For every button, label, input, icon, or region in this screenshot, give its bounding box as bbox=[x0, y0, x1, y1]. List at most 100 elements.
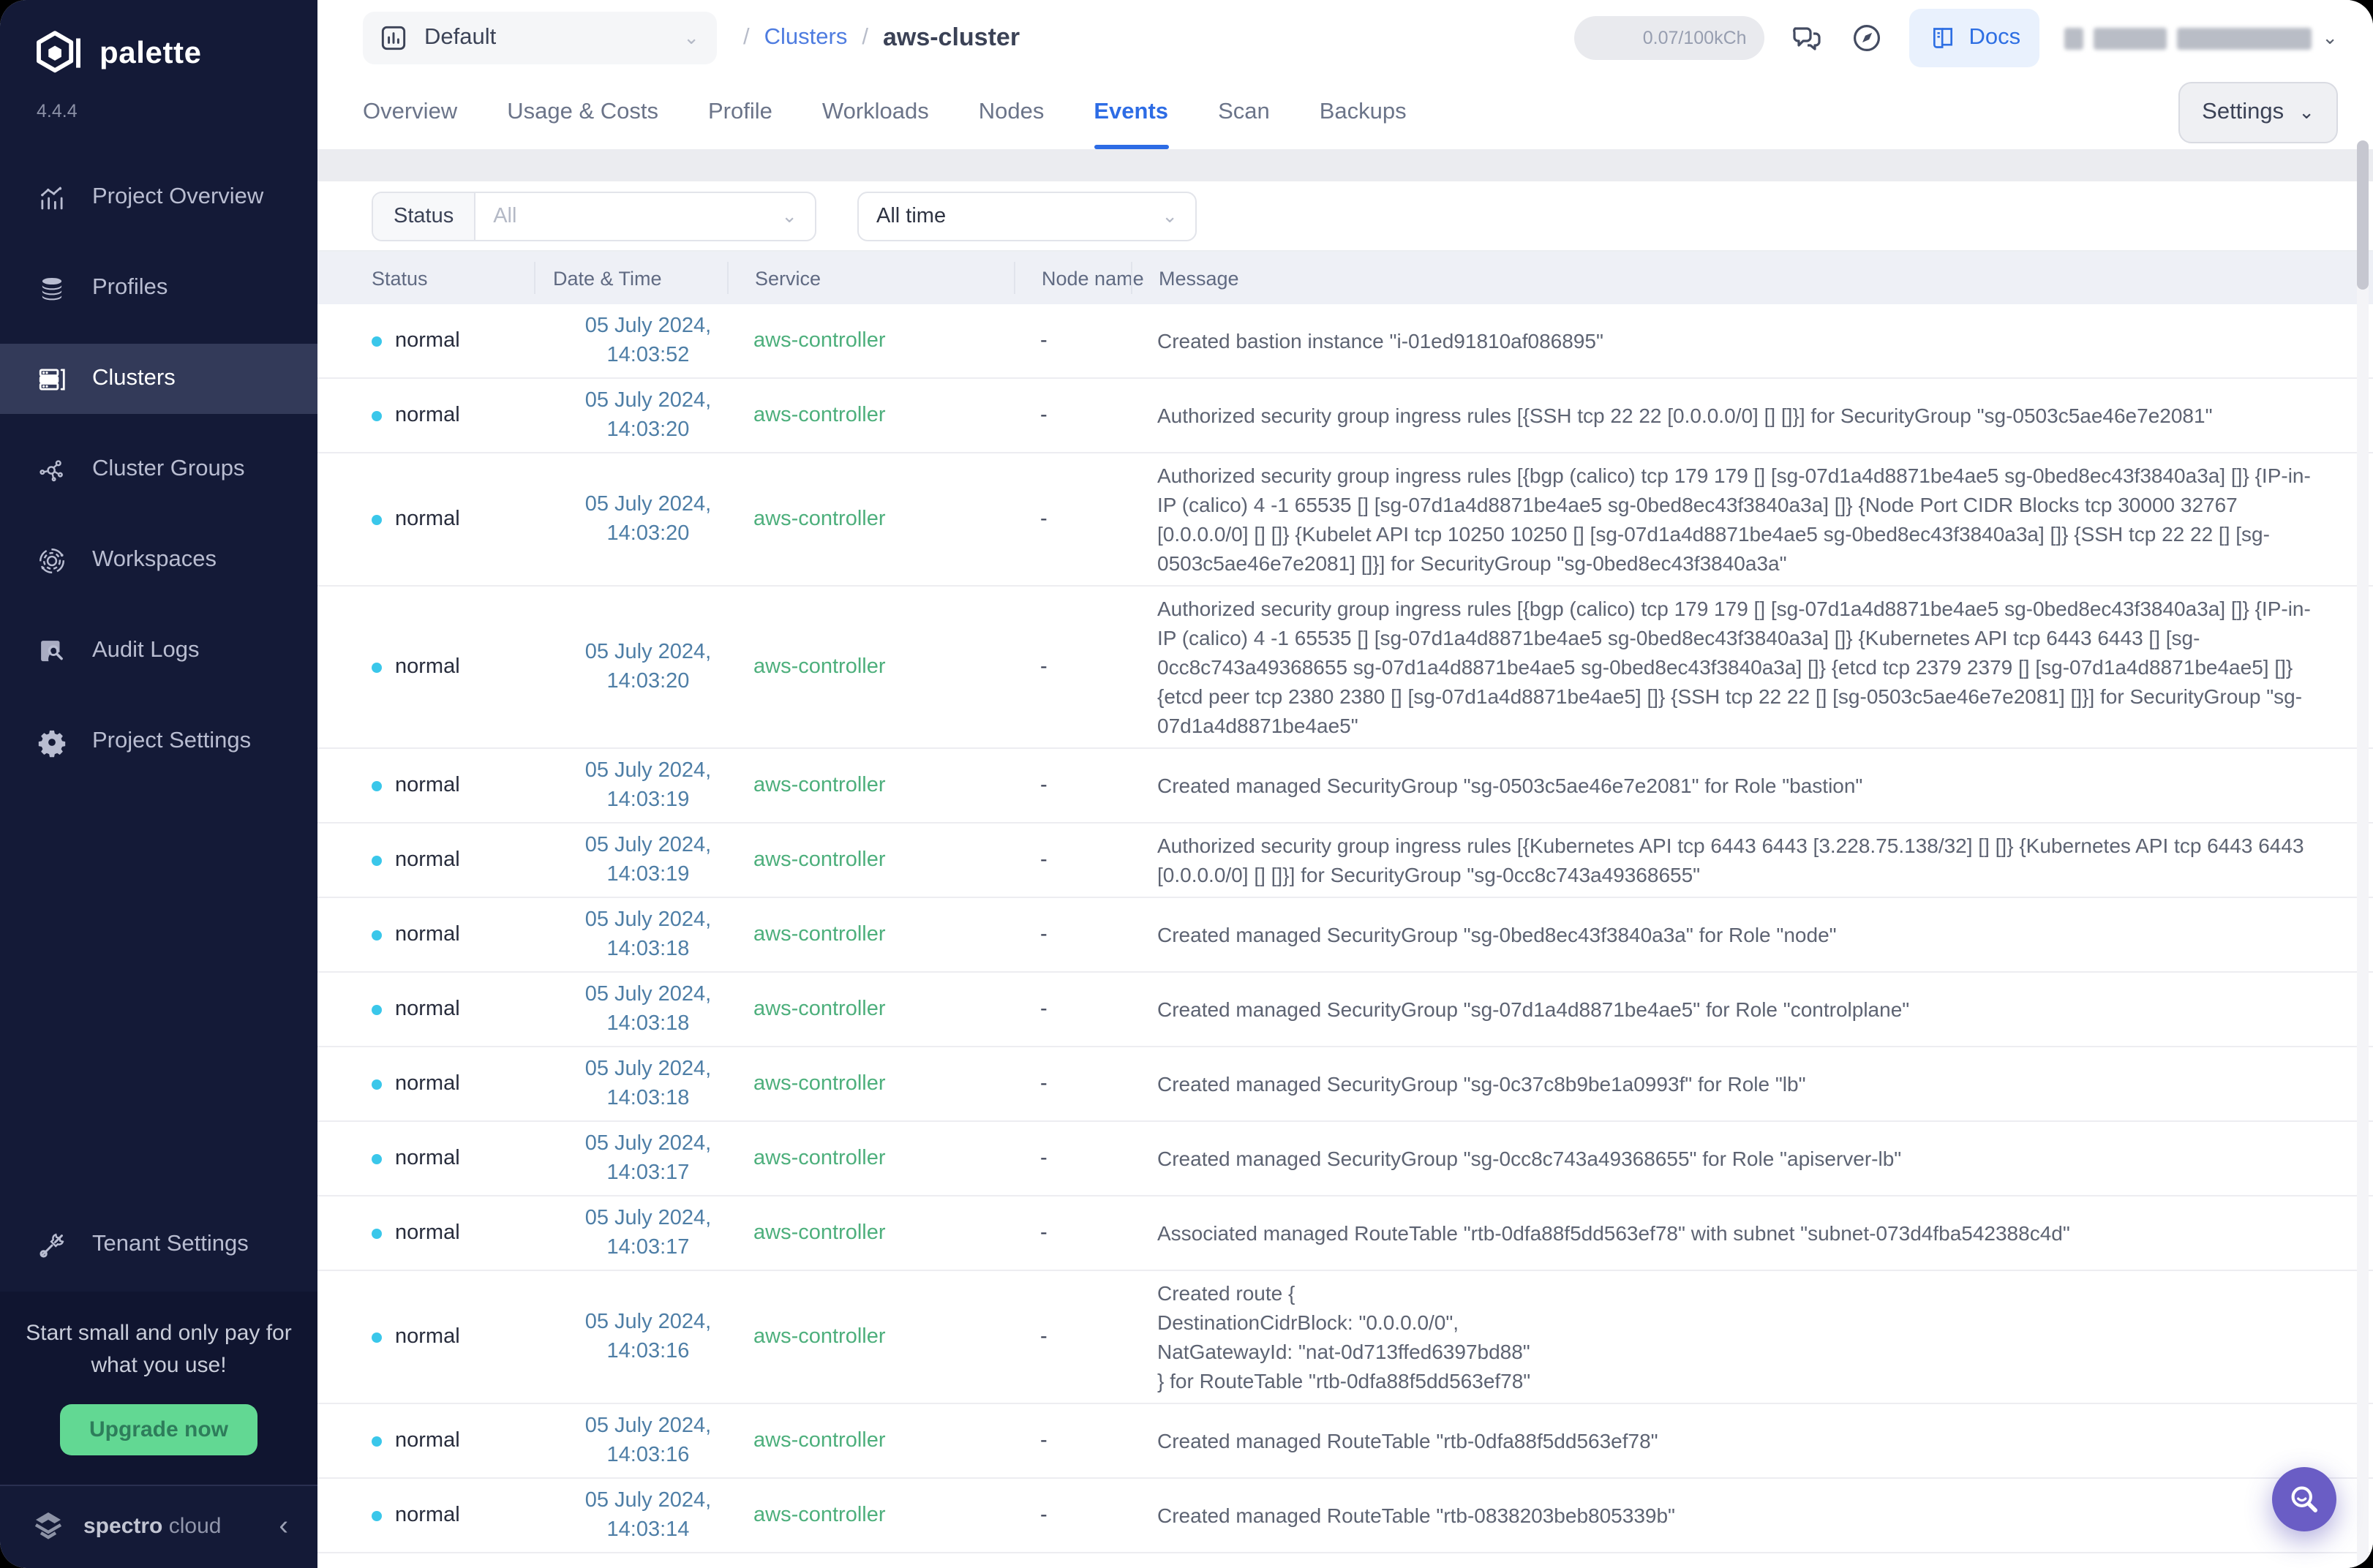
tab-backups[interactable]: Backups bbox=[1320, 76, 1407, 149]
status-text: normal bbox=[395, 1325, 460, 1349]
tab-events[interactable]: Events bbox=[1094, 76, 1168, 149]
table-row: normal 05 July 2024, 14:03:20 aws-contro… bbox=[317, 379, 2373, 453]
time-text: 14:03:52 bbox=[552, 341, 745, 370]
page: Status All ⌄ All time ⌄ Status bbox=[317, 149, 2373, 1568]
node-cell: - bbox=[1031, 329, 1148, 353]
events-table-body: normal 05 July 2024, 14:03:52 aws-contro… bbox=[317, 304, 2373, 1568]
sidebar-item-tenant-settings[interactable]: Tenant Settings bbox=[0, 1210, 317, 1280]
service-cell: aws-controller bbox=[745, 1429, 1031, 1452]
table-header: Status Date & Time Service Node name Mes… bbox=[317, 252, 2373, 304]
sidebar-footer: spectro cloud ‹ bbox=[0, 1485, 317, 1568]
sidebar-item-workspaces[interactable]: Workspaces bbox=[0, 525, 317, 595]
sidebar-item-clusters[interactable]: Clusters bbox=[0, 344, 317, 414]
main-area: Default ⌄ / Clusters / aws-cluster 0.07/… bbox=[317, 0, 2373, 1568]
time-text: 14:03:19 bbox=[552, 860, 745, 889]
time-filter-select[interactable]: All time ⌄ bbox=[857, 191, 1197, 241]
message-cell: Associated managed RouteTable "rtb-0dfa8… bbox=[1148, 1218, 2329, 1248]
date-cell: 05 July 2024, 14:03:16 bbox=[552, 1411, 745, 1470]
service-cell: aws-controller bbox=[745, 1325, 1031, 1349]
docs-button[interactable]: Docs bbox=[1909, 9, 2040, 67]
upgrade-now-button[interactable]: Upgrade now bbox=[60, 1404, 257, 1455]
date-text: 05 July 2024, bbox=[552, 638, 745, 667]
user-menu[interactable]: ⌄ bbox=[2064, 26, 2338, 50]
time-text: 14:03:20 bbox=[552, 415, 745, 445]
table-row: normal 05 July 2024, 14:03:18 aws-contro… bbox=[317, 973, 2373, 1047]
status-dot-icon bbox=[372, 336, 382, 346]
rack-icon bbox=[37, 363, 67, 394]
service-cell: aws-controller bbox=[745, 998, 1031, 1021]
events-panel: Status All ⌄ All time ⌄ Status bbox=[317, 181, 2373, 1568]
bar-chart-square-icon bbox=[377, 22, 410, 54]
message-cell: Created managed SecurityGroup "sg-0cc8c7… bbox=[1148, 1144, 2329, 1173]
message-cell: Authorized security group ingress rules … bbox=[1148, 831, 2329, 889]
table-row: normal 05 July 2024, 14:03:17 aws-contro… bbox=[317, 1196, 2373, 1271]
footer-brand: spectro cloud bbox=[83, 1513, 221, 1538]
service-cell: aws-controller bbox=[745, 774, 1031, 797]
scrollbar-thumb[interactable] bbox=[2357, 140, 2369, 290]
topbar: Default ⌄ / Clusters / aws-cluster 0.07/… bbox=[317, 0, 2373, 76]
status-text: normal bbox=[395, 1221, 460, 1245]
footer-brand-bold: spectro bbox=[83, 1513, 162, 1538]
sidebar-item-label: Project Settings bbox=[92, 728, 251, 755]
status-dot-icon bbox=[372, 1436, 382, 1446]
status-cell: normal bbox=[372, 1072, 552, 1096]
date-cell: 05 July 2024, 14:03:20 bbox=[552, 386, 745, 445]
tab-scan[interactable]: Scan bbox=[1218, 76, 1270, 149]
column-header-message: Message bbox=[1131, 262, 2329, 294]
sidebar-item-label: Project Overview bbox=[92, 184, 263, 211]
date-cell: 05 July 2024, 14:03:17 bbox=[552, 1204, 745, 1262]
docs-label: Docs bbox=[1969, 25, 2021, 51]
tabs: Overview Usage & Costs Profile Workloads Nod… bbox=[363, 76, 1407, 149]
tab-overview[interactable]: Overview bbox=[363, 76, 457, 149]
column-header-status: Status bbox=[372, 262, 552, 294]
breadcrumb-current: aws-cluster bbox=[883, 23, 1020, 53]
compass-icon[interactable] bbox=[1849, 20, 1884, 56]
time-filter-value: All time bbox=[876, 204, 946, 227]
status-cell: normal bbox=[372, 774, 552, 797]
chevron-down-icon: ⌄ bbox=[1162, 204, 1178, 227]
node-cell: - bbox=[1031, 655, 1148, 679]
date-cell: 05 July 2024, 14:03:19 bbox=[552, 831, 745, 889]
status-text: normal bbox=[395, 998, 460, 1021]
palette-logo-icon bbox=[32, 29, 85, 78]
screen: palette 4.4.4 Project Overview Profiles … bbox=[0, 0, 2373, 1568]
sidebar-item-label: Audit Logs bbox=[92, 638, 200, 664]
sidebar-item-profiles[interactable]: Profiles bbox=[0, 253, 317, 323]
breadcrumb: / Clusters / aws-cluster bbox=[743, 23, 1020, 53]
filter-bar: Status All ⌄ All time ⌄ bbox=[317, 181, 2373, 252]
message-cell: Created managed SecurityGroup "sg-0503c5… bbox=[1148, 771, 2329, 800]
sidebar-collapse-icon[interactable]: ‹ bbox=[279, 1512, 288, 1539]
status-dot-icon bbox=[372, 662, 382, 672]
sidebar-item-project-overview[interactable]: Project Overview bbox=[0, 162, 317, 233]
status-filter-select[interactable]: All ⌄ bbox=[475, 192, 815, 239]
tab-usage-costs[interactable]: Usage & Costs bbox=[507, 76, 658, 149]
status-dot-icon bbox=[372, 1510, 382, 1520]
layers-icon bbox=[37, 273, 67, 304]
date-text: 05 July 2024, bbox=[552, 1486, 745, 1515]
message-cell: Authorized security group ingress rules … bbox=[1148, 594, 2329, 740]
sidebar-item-cluster-groups[interactable]: Cluster Groups bbox=[0, 434, 317, 505]
service-cell: aws-controller bbox=[745, 1072, 1031, 1096]
time-text: 14:03:18 bbox=[552, 1084, 745, 1113]
tab-workloads[interactable]: Workloads bbox=[822, 76, 929, 149]
date-text: 05 July 2024, bbox=[552, 980, 745, 1009]
status-filter: Status All ⌄ bbox=[372, 191, 816, 241]
message-cell: Created managed RouteTable "rtb-0838203b… bbox=[1148, 1501, 2329, 1530]
sidebar-item-audit-logs[interactable]: Audit Logs bbox=[0, 616, 317, 686]
status-cell: normal bbox=[372, 329, 552, 353]
sidebar-item-project-settings[interactable]: Project Settings bbox=[0, 706, 317, 777]
date-cell: 05 July 2024, 14:03:52 bbox=[552, 312, 745, 370]
date-text: 05 July 2024, bbox=[552, 1308, 745, 1337]
search-help-fab[interactable] bbox=[2272, 1467, 2336, 1531]
breadcrumb-link-clusters[interactable]: Clusters bbox=[764, 25, 848, 51]
settings-button-label: Settings bbox=[2202, 99, 2284, 126]
settings-button[interactable]: Settings ⌄ bbox=[2178, 82, 2338, 143]
date-cell: 05 July 2024, 14:03:18 bbox=[552, 905, 745, 964]
scrollbar-track[interactable] bbox=[2357, 149, 2369, 1568]
status-dot-icon bbox=[372, 930, 382, 940]
status-dot-icon bbox=[372, 780, 382, 791]
project-selector[interactable]: Default ⌄ bbox=[363, 12, 717, 64]
tab-profile[interactable]: Profile bbox=[708, 76, 772, 149]
chat-icon[interactable] bbox=[1789, 20, 1824, 56]
tab-nodes[interactable]: Nodes bbox=[979, 76, 1045, 149]
